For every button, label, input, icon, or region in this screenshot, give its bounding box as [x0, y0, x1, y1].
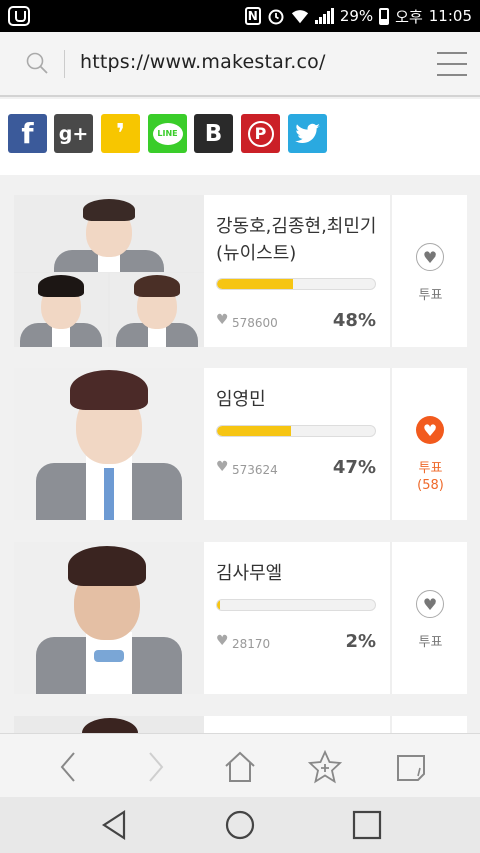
band-share-button[interactable]: B: [194, 114, 233, 153]
candidate-list: 강동호,김종현,최민기 (뉴이스트) ♥ 578600 48% ♥ 투표 임영민…: [0, 175, 480, 733]
candidate-info: 김사무엘 ♥ 28170 2%: [216, 542, 388, 694]
google-plus-share-button[interactable]: g+: [54, 114, 93, 153]
status-bar: N 29% 오후 11:05: [0, 0, 480, 32]
forward-icon[interactable]: [138, 750, 172, 784]
vote-percent: 2%: [345, 631, 376, 652]
candidate-photo: [14, 716, 204, 733]
pinterest-share-button[interactable]: P: [241, 114, 280, 153]
vote-button[interactable]: ♥ 투표: [390, 195, 467, 347]
candidate-card-4: [14, 716, 467, 733]
hamburger-menu-icon[interactable]: [437, 52, 467, 76]
vote-button[interactable]: [390, 716, 467, 733]
vote-progress-fill: [217, 426, 292, 436]
app-notification-icon: [8, 6, 30, 26]
vote-percent: 47%: [332, 457, 376, 478]
battery-percent: 29%: [339, 7, 374, 25]
tie: [104, 468, 114, 520]
candidate-card-3: 김사무엘 ♥ 28170 2% ♥ 투표: [14, 542, 467, 694]
tabs-icon[interactable]: [394, 750, 428, 784]
vote-heart-icon[interactable]: ♥: [416, 416, 444, 444]
candidate-photo: [14, 195, 204, 347]
search-icon[interactable]: [26, 52, 48, 74]
vote-heart-icon[interactable]: ♥: [416, 243, 444, 271]
share-bar: f g+ ❜ LINE B P: [0, 99, 480, 175]
heart-icon: ♥: [216, 312, 229, 328]
vote-progress-bar: [216, 278, 376, 290]
browser-toolbar: [0, 733, 480, 797]
candidate-name: 김사무엘: [216, 563, 283, 584]
facebook-share-button[interactable]: f: [8, 114, 47, 153]
candidate-name: 임영민: [216, 389, 266, 410]
candidate-name: 강동호,김종현,최민기 (뉴이스트): [216, 216, 377, 264]
twitter-bird-icon: [294, 123, 320, 143]
vote-button[interactable]: ♥ 투표: [390, 542, 467, 694]
candidate-card-2: 임영민 ♥ 573624 47% ♥ 투표 (58): [14, 368, 467, 520]
vote-count-text: 578600: [232, 316, 278, 330]
clock-time: 11:05: [428, 7, 472, 25]
vote-count-text: 28170: [232, 637, 271, 651]
line-share-button[interactable]: LINE: [148, 114, 187, 153]
nav-home-icon[interactable]: [223, 808, 257, 842]
kakaostory-share-button[interactable]: ❜: [101, 114, 140, 153]
vote-progress-fill: [217, 600, 221, 610]
vote-progress-bar: [216, 599, 376, 611]
my-vote-count: (58): [417, 478, 444, 493]
candidate-info: 임영민 ♥ 573624 47%: [216, 368, 388, 520]
alarm-icon: [267, 7, 285, 25]
bowtie: [94, 650, 124, 662]
url-divider: [64, 50, 65, 78]
vote-percent: 48%: [332, 310, 376, 331]
candidate-photo: [14, 542, 204, 694]
nfc-icon: N: [244, 7, 261, 25]
home-icon[interactable]: [223, 750, 257, 784]
vote-progress-bar: [216, 425, 376, 437]
vote-label: 투표: [418, 635, 443, 650]
back-icon[interactable]: [52, 750, 86, 784]
wifi-icon: [291, 7, 309, 25]
vote-button[interactable]: ♥ 투표 (58): [390, 368, 467, 520]
vote-heart-icon[interactable]: ♥: [416, 590, 444, 618]
candidate-card-1: 강동호,김종현,최민기 (뉴이스트) ♥ 578600 48% ♥ 투표: [14, 195, 467, 347]
system-nav-bar: [0, 797, 480, 853]
nav-back-icon[interactable]: [98, 808, 132, 842]
signal-icon: [314, 8, 334, 24]
vote-label: 투표: [418, 461, 443, 476]
bookmark-add-icon[interactable]: [307, 749, 343, 784]
nav-recents-icon[interactable]: [350, 808, 384, 842]
ampm-text: 오후: [395, 7, 423, 26]
url-bar: https://www.makestar.co/: [0, 32, 480, 97]
vote-count-text: 573624: [232, 463, 278, 477]
candidate-photo: [14, 368, 204, 520]
vote-progress-fill: [217, 279, 293, 289]
heart-icon: ♥: [216, 633, 229, 649]
battery-icon: [379, 7, 390, 25]
heart-icon: ♥: [216, 459, 229, 475]
candidate-info: 강동호,김종현,최민기 (뉴이스트) ♥ 578600 48%: [216, 195, 388, 347]
url-field[interactable]: https://www.makestar.co/: [80, 51, 326, 73]
vote-label: 투표: [418, 288, 443, 303]
twitter-share-button[interactable]: [288, 114, 327, 153]
